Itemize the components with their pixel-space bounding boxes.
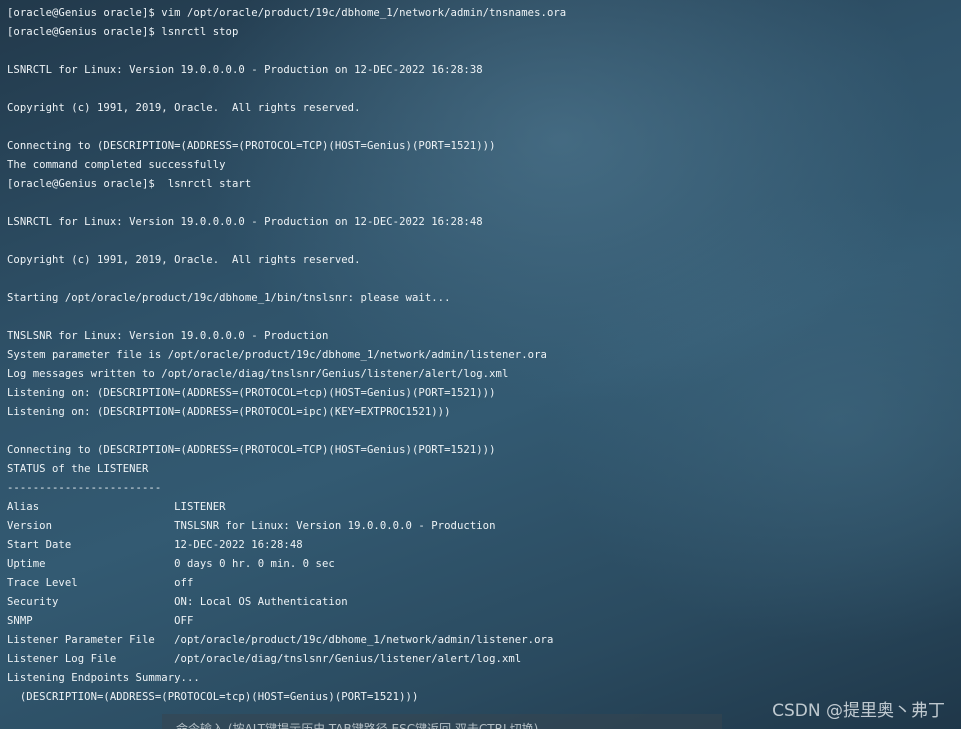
terminal-line: [oracle@Genius oracle]$ lsnrctl stop xyxy=(7,26,239,38)
terminal-line: Listener Log File /opt/oracle/diag/tnsls… xyxy=(7,653,522,665)
terminal-line: Copyright (c) 1991, 2019, Oracle. All ri… xyxy=(7,254,361,266)
command-input-hint: 命令输入 (按ALT键提示历史,TAB键路径,ESC键返回,双击CTRL切换) xyxy=(176,722,539,729)
terminal-line: [oracle@Genius oracle]$ lsnrctl start xyxy=(7,178,252,190)
csdn-watermark: CSDN @提里奥丶弗丁 xyxy=(772,701,945,721)
terminal-line: The command completed successfully xyxy=(7,159,226,171)
terminal-output: [oracle@Genius oracle]$ vim /opt/oracle/… xyxy=(7,4,947,707)
terminal-line: Connecting to (DESCRIPTION=(ADDRESS=(PRO… xyxy=(7,140,496,152)
terminal-line: Copyright (c) 1991, 2019, Oracle. All ri… xyxy=(7,102,361,114)
terminal-line: SNMP OFF xyxy=(7,615,194,627)
terminal-line: LSNRCTL for Linux: Version 19.0.0.0.0 - … xyxy=(7,64,483,76)
terminal-line: Connecting to (DESCRIPTION=(ADDRESS=(PRO… xyxy=(7,444,496,456)
terminal-line: Listening on: (DESCRIPTION=(ADDRESS=(PRO… xyxy=(7,406,451,418)
terminal-line: System parameter file is /opt/oracle/pro… xyxy=(7,349,547,361)
command-input-bar[interactable]: 命令输入 (按ALT键提示历史,TAB键路径,ESC键返回,双击CTRL切换) xyxy=(162,714,722,729)
terminal-line: Starting /opt/oracle/product/19c/dbhome_… xyxy=(7,292,451,304)
terminal-line: Listening on: (DESCRIPTION=(ADDRESS=(PRO… xyxy=(7,387,496,399)
terminal-line: Log messages written to /opt/oracle/diag… xyxy=(7,368,509,380)
terminal-line: STATUS of the LISTENER xyxy=(7,463,149,475)
terminal-line: Listening Endpoints Summary... xyxy=(7,672,200,684)
terminal-window[interactable]: [oracle@Genius oracle]$ vim /opt/oracle/… xyxy=(0,0,961,729)
terminal-line: TNSLSNR for Linux: Version 19.0.0.0.0 - … xyxy=(7,330,329,342)
terminal-line: Version TNSLSNR for Linux: Version 19.0.… xyxy=(7,520,496,532)
terminal-line: ------------------------ xyxy=(7,482,162,494)
terminal-line: Listener Parameter File /opt/oracle/prod… xyxy=(7,634,554,646)
terminal-line: [oracle@Genius oracle]$ vim /opt/oracle/… xyxy=(7,7,567,19)
terminal-line: Start Date 12-DEC-2022 16:28:48 xyxy=(7,539,303,551)
terminal-line: Uptime 0 days 0 hr. 0 min. 0 sec xyxy=(7,558,335,570)
terminal-line: Trace Level off xyxy=(7,577,194,589)
terminal-line: Alias LISTENER xyxy=(7,501,226,513)
terminal-line: Security ON: Local OS Authentication xyxy=(7,596,348,608)
terminal-line: LSNRCTL for Linux: Version 19.0.0.0.0 - … xyxy=(7,216,483,228)
